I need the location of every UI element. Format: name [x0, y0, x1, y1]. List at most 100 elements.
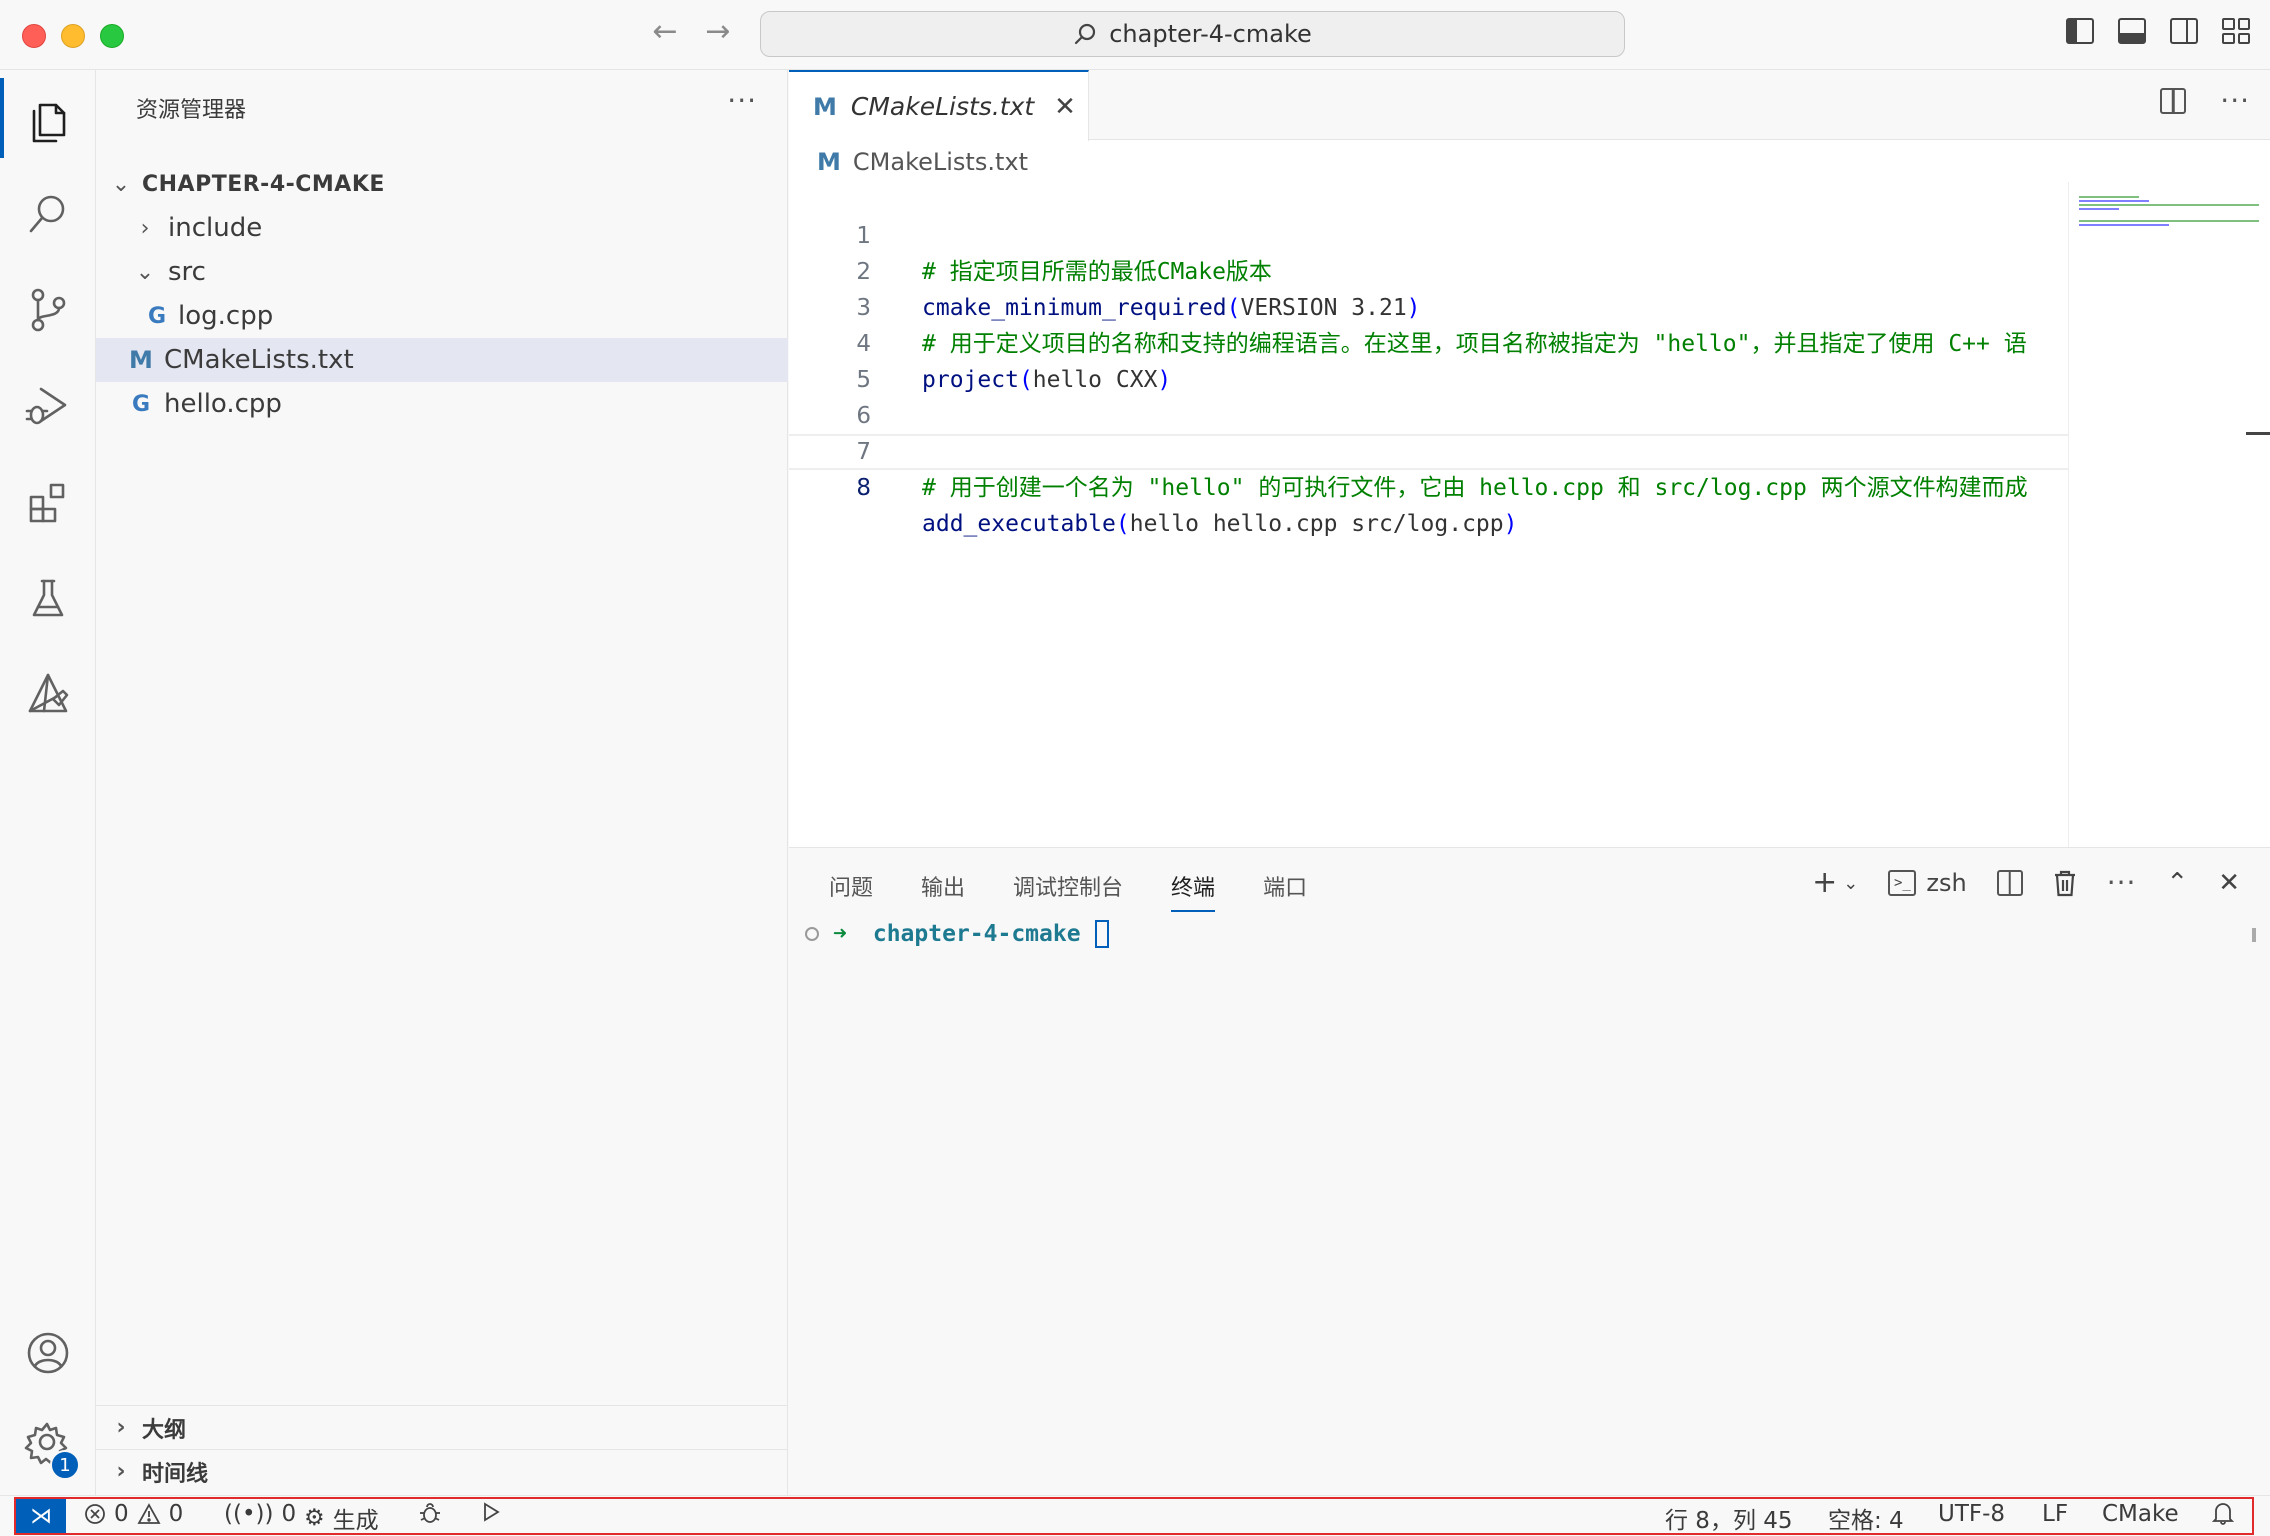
timeline-label: 时间线: [142, 1461, 209, 1487]
run-and-debug-icon[interactable]: [0, 358, 96, 454]
search-icon[interactable]: [0, 166, 96, 262]
minimap-line: [2079, 224, 2169, 226]
code-function: add_executable: [922, 511, 1116, 537]
more-actions-icon[interactable]: ···: [727, 84, 757, 117]
chevron-down-icon: ⌄: [1843, 872, 1859, 894]
more-actions-icon[interactable]: ···: [2220, 87, 2250, 115]
outline-section[interactable]: › 大纲: [96, 1405, 788, 1449]
tree-item-include[interactable]: › include: [96, 206, 788, 250]
code-line[interactable]: 2 cmake_minimum_required(VERSION 3.21): [789, 218, 2069, 321]
cmake-icon[interactable]: [0, 646, 96, 742]
code-line[interactable]: 1 # 指定项目所需的最低CMake版本: [789, 182, 2069, 285]
split-terminal-icon[interactable]: [1996, 870, 2023, 896]
warning-icon: [137, 1503, 161, 1524]
layout-controls: [2066, 18, 2250, 44]
tab-output[interactable]: 输出: [921, 870, 965, 912]
tree-item-hello-cpp[interactable]: G hello.cpp: [96, 382, 788, 426]
trash-icon[interactable]: [2053, 869, 2077, 897]
close-panel-icon[interactable]: ✕: [2218, 868, 2240, 898]
chevron-right-icon: ›: [140, 215, 150, 241]
customize-layout-icon[interactable]: [2222, 18, 2250, 44]
accounts-icon[interactable]: [0, 1305, 96, 1401]
minimap[interactable]: [2068, 182, 2270, 847]
breadcrumb-file[interactable]: CMakeLists.txt: [853, 148, 1028, 176]
play-icon: [484, 1502, 500, 1522]
minimap-line: [2079, 196, 2139, 198]
more-actions-icon[interactable]: ···: [2107, 869, 2137, 897]
eol-status[interactable]: LF: [2042, 1501, 2068, 1527]
tab-ports[interactable]: 端口: [1263, 870, 1307, 912]
cpp-file-icon: G: [147, 303, 167, 329]
back-arrow-icon[interactable]: ←: [645, 14, 685, 49]
code-line[interactable]: 5: [789, 326, 2069, 393]
manage-gear-icon[interactable]: 1: [0, 1395, 96, 1491]
remote-icon: ⋊: [30, 1503, 52, 1529]
tab-cmakelists[interactable]: M CMakeLists.txt ✕: [789, 70, 1089, 141]
code-line[interactable]: 7 # 用于创建一个名为 "hello" 的可执行文件，它由 hello.cpp…: [789, 398, 2069, 501]
split-editor-icon[interactable]: [2160, 88, 2187, 114]
code-line[interactable]: 4 project(hello CXX): [789, 290, 2069, 393]
panel-tabs: 问题 输出 调试控制台 终端 端口: [829, 870, 1307, 912]
explorer-root-folder[interactable]: ⌄ CHAPTER-4-CMAKE: [96, 162, 788, 206]
command-center-search[interactable]: chapter-4-cmake: [760, 11, 1625, 57]
toggle-primary-sidebar-icon[interactable]: [2066, 18, 2094, 44]
gear-icon: ⚙: [304, 1505, 325, 1531]
close-tab-icon[interactable]: ✕: [1054, 92, 1076, 122]
code-paren: ): [1503, 511, 1518, 537]
code-line[interactable]: 6: [789, 362, 2069, 429]
scrollbar[interactable]: [2252, 928, 2256, 942]
source-control-icon[interactable]: [0, 262, 96, 358]
broadcast-icon: ((•)): [224, 1501, 274, 1527]
tree-item-log-cpp[interactable]: G log.cpp: [96, 294, 788, 338]
maximize-window-button[interactable]: [100, 24, 124, 48]
prompt-arrow: ➜: [833, 921, 847, 947]
remote-indicator-button[interactable]: ⋊: [16, 1499, 66, 1533]
cmake-debug-button[interactable]: [418, 1501, 442, 1525]
minimize-window-button[interactable]: [61, 24, 85, 48]
testing-icon[interactable]: [0, 550, 96, 646]
close-window-button[interactable]: [22, 24, 46, 48]
cpp-file-icon: G: [131, 391, 151, 417]
cmake-run-button[interactable]: [480, 1501, 502, 1523]
code-comment: # 用于创建一个名为 "hello" 的可执行文件，它由 hello.cpp 和…: [922, 475, 2028, 501]
cmake-build-button[interactable]: ⚙ 生成: [304, 1501, 379, 1535]
language-mode-status[interactable]: CMake: [2102, 1501, 2179, 1527]
code-line-current[interactable]: 8 add_executable(hello hello.cpp src/log…: [789, 434, 2069, 537]
editor-area: M CMakeLists.txt ✕ ··· M CMakeLists.txt …: [789, 70, 2270, 847]
code-editor[interactable]: 1 # 指定项目所需的最低CMake版本 2 cmake_minimum_req…: [789, 182, 2069, 537]
encoding-status[interactable]: UTF-8: [1938, 1501, 2005, 1527]
explorer-icon[interactable]: [0, 70, 96, 166]
manage-badge: 1: [50, 1450, 80, 1480]
code-paren: (: [1115, 511, 1130, 537]
panel-actions: + ⌄ >_ zsh ··· ⌃ ✕: [1812, 868, 2240, 899]
ports-status[interactable]: ((•)) 0: [224, 1501, 296, 1527]
cursor-position[interactable]: 行 8，列 45: [1665, 1501, 1793, 1535]
tab-terminal[interactable]: 终端: [1171, 870, 1216, 912]
tab-debug-console[interactable]: 调试控制台: [1013, 870, 1123, 912]
activity-bar: 1: [0, 70, 96, 1495]
problems-status[interactable]: 0 0: [84, 1501, 183, 1527]
tree-item-label: include: [168, 213, 263, 243]
terminal-prompt[interactable]: ➜ chapter-4-cmake: [805, 920, 1109, 948]
tree-item-cmakelists[interactable]: M CMakeLists.txt: [96, 338, 788, 382]
cmake-file-icon: M: [817, 148, 841, 176]
extensions-icon[interactable]: [0, 454, 96, 550]
new-terminal-button[interactable]: + ⌄: [1812, 868, 1859, 898]
toggle-secondary-sidebar-icon[interactable]: [2170, 18, 2198, 44]
indentation-status[interactable]: 空格: 4: [1828, 1501, 1904, 1535]
timeline-section[interactable]: › 时间线: [96, 1449, 788, 1493]
minimap-line: [2079, 220, 2259, 222]
terminal-icon: >_: [1888, 870, 1917, 896]
minimap-line: [2079, 208, 2119, 210]
maximize-panel-icon[interactable]: ⌃: [2166, 868, 2188, 898]
bottom-panel: 问题 输出 调试控制台 终端 端口 + ⌄ >_ zsh ··· ⌃ ✕ ➜ c…: [789, 847, 2270, 1495]
toggle-panel-icon[interactable]: [2118, 18, 2146, 44]
notifications-bell[interactable]: [2212, 1501, 2234, 1525]
forward-arrow-icon[interactable]: →: [698, 14, 738, 49]
tree-item-src[interactable]: ⌄ src: [96, 250, 788, 294]
code-line[interactable]: 3 # 用于定义项目的名称和支持的编程语言。在这里，项目名称被指定为 "hell…: [789, 254, 2069, 357]
line-number: 8: [856, 475, 871, 501]
tab-problems[interactable]: 问题: [829, 870, 873, 912]
ports-count: 0: [281, 1501, 297, 1527]
terminal-shell-selector[interactable]: >_ zsh: [1888, 869, 1967, 897]
